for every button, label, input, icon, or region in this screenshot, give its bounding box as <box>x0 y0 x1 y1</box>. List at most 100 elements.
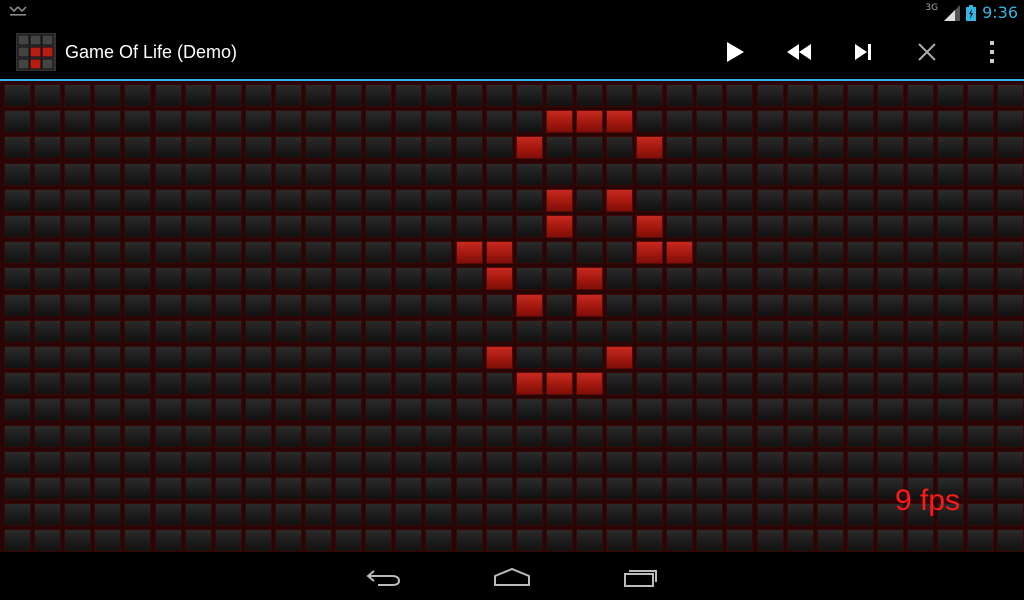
dead-cell[interactable] <box>94 110 122 134</box>
dead-cell[interactable] <box>184 293 212 317</box>
dead-cell[interactable] <box>696 267 724 291</box>
dead-cell[interactable] <box>937 215 965 238</box>
dead-cell[interactable] <box>184 110 212 134</box>
dead-cell[interactable] <box>726 319 754 343</box>
dead-cell[interactable] <box>455 529 483 552</box>
dead-cell[interactable] <box>214 110 242 134</box>
dead-cell[interactable] <box>545 162 573 186</box>
dead-cell[interactable] <box>244 477 272 500</box>
dead-cell[interactable] <box>395 241 423 265</box>
dead-cell[interactable] <box>636 398 664 422</box>
dead-cell[interactable] <box>154 398 182 422</box>
dead-cell[interactable] <box>756 529 784 552</box>
dead-cell[interactable] <box>575 84 603 107</box>
dead-cell[interactable] <box>967 424 995 448</box>
dead-cell[interactable] <box>967 215 995 238</box>
live-cell[interactable] <box>545 110 573 134</box>
dead-cell[interactable] <box>335 267 363 291</box>
dead-cell[interactable] <box>997 215 1024 238</box>
dead-cell[interactable] <box>4 293 31 317</box>
dead-cell[interactable] <box>214 450 242 474</box>
dead-cell[interactable] <box>666 162 694 186</box>
dead-cell[interactable] <box>756 84 784 107</box>
dead-cell[interactable] <box>696 477 724 500</box>
dead-cell[interactable] <box>545 241 573 265</box>
dead-cell[interactable] <box>184 241 212 265</box>
dead-cell[interactable] <box>606 162 633 186</box>
dead-cell[interactable] <box>907 529 934 552</box>
dead-cell[interactable] <box>244 162 272 186</box>
dead-cell[interactable] <box>214 372 242 396</box>
dead-cell[interactable] <box>726 398 754 422</box>
dead-cell[interactable] <box>696 241 724 265</box>
dead-cell[interactable] <box>997 503 1024 527</box>
dead-cell[interactable] <box>244 110 272 134</box>
dead-cell[interactable] <box>214 346 242 369</box>
dead-cell[interactable] <box>244 398 272 422</box>
dead-cell[interactable] <box>967 136 995 160</box>
dead-cell[interactable] <box>244 319 272 343</box>
dead-cell[interactable] <box>305 136 332 160</box>
dead-cell[interactable] <box>214 162 242 186</box>
dead-cell[interactable] <box>997 162 1024 186</box>
dead-cell[interactable] <box>305 477 332 500</box>
dead-cell[interactable] <box>515 346 543 369</box>
dead-cell[interactable] <box>786 398 814 422</box>
dead-cell[interactable] <box>305 529 332 552</box>
dead-cell[interactable] <box>726 450 754 474</box>
dead-cell[interactable] <box>154 84 182 107</box>
dead-cell[interactable] <box>515 215 543 238</box>
dead-cell[interactable] <box>816 241 844 265</box>
dead-cell[interactable] <box>816 398 844 422</box>
dead-cell[interactable] <box>34 398 62 422</box>
dead-cell[interactable] <box>335 241 363 265</box>
dead-cell[interactable] <box>94 398 122 422</box>
dead-cell[interactable] <box>907 267 934 291</box>
dead-cell[interactable] <box>4 424 31 448</box>
dead-cell[interactable] <box>485 162 513 186</box>
dead-cell[interactable] <box>64 84 92 107</box>
dead-cell[interactable] <box>154 136 182 160</box>
dead-cell[interactable] <box>124 162 152 186</box>
dead-cell[interactable] <box>305 267 332 291</box>
dead-cell[interactable] <box>335 398 363 422</box>
dead-cell[interactable] <box>64 267 92 291</box>
dead-cell[interactable] <box>696 188 724 212</box>
dead-cell[interactable] <box>545 477 573 500</box>
dead-cell[interactable] <box>997 424 1024 448</box>
dead-cell[interactable] <box>666 84 694 107</box>
dead-cell[interactable] <box>606 477 633 500</box>
dead-cell[interactable] <box>575 241 603 265</box>
dead-cell[interactable] <box>907 319 934 343</box>
dead-cell[interactable] <box>335 450 363 474</box>
dead-cell[interactable] <box>455 84 483 107</box>
dead-cell[interactable] <box>94 424 122 448</box>
dead-cell[interactable] <box>786 215 814 238</box>
dead-cell[interactable] <box>545 267 573 291</box>
live-cell[interactable] <box>545 372 573 396</box>
dead-cell[interactable] <box>154 241 182 265</box>
dead-cell[interactable] <box>485 398 513 422</box>
dead-cell[interactable] <box>455 215 483 238</box>
dead-cell[interactable] <box>425 84 453 107</box>
dead-cell[interactable] <box>485 529 513 552</box>
overflow-menu-button[interactable] <box>972 32 1012 72</box>
dead-cell[interactable] <box>937 398 965 422</box>
dead-cell[interactable] <box>485 136 513 160</box>
dead-cell[interactable] <box>876 319 904 343</box>
dead-cell[interactable] <box>124 215 152 238</box>
dead-cell[interactable] <box>395 84 423 107</box>
dead-cell[interactable] <box>335 503 363 527</box>
dead-cell[interactable] <box>34 162 62 186</box>
dead-cell[interactable] <box>94 372 122 396</box>
dead-cell[interactable] <box>34 188 62 212</box>
dead-cell[interactable] <box>485 215 513 238</box>
dead-cell[interactable] <box>756 398 784 422</box>
dead-cell[interactable] <box>335 319 363 343</box>
dead-cell[interactable] <box>34 241 62 265</box>
dead-cell[interactable] <box>816 372 844 396</box>
dead-cell[interactable] <box>606 503 633 527</box>
dead-cell[interactable] <box>816 110 844 134</box>
dead-cell[interactable] <box>575 346 603 369</box>
dead-cell[interactable] <box>274 188 302 212</box>
